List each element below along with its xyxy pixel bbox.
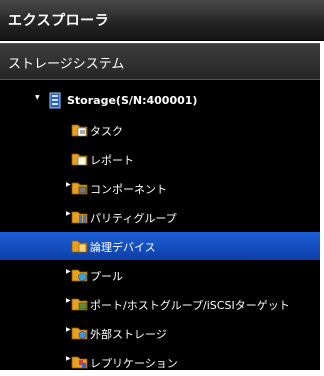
tree-node-label: レプリケーション (90, 357, 178, 370)
external-storage-folder-icon (71, 327, 88, 340)
tree-node-storage-root[interactable]: ▼ Storage(S/N:400001) (0, 87, 320, 115)
tree-node-pools[interactable]: ▶ プール (0, 261, 320, 289)
tree-node-label: パリティグループ (90, 212, 177, 225)
ports-folder-icon (71, 298, 88, 311)
tree-node-components[interactable]: ▶ コンポーネント (0, 174, 320, 202)
reports-folder-icon (71, 153, 88, 166)
tree-node-label: Storage(S/N:400001) (67, 94, 198, 107)
tree-node-logical-devices[interactable]: 論理デバイス (0, 232, 320, 260)
components-folder-icon (71, 182, 88, 195)
tree-node-external-storage[interactable]: ▶ 外部ストレージ (0, 319, 320, 347)
tree-node-label: 外部ストレージ (90, 328, 167, 341)
logical-devices-folder-icon (71, 240, 88, 253)
tree-node-label: タスク (90, 125, 123, 138)
section-header-label: ストレージシステム (8, 57, 125, 72)
parity-groups-folder-icon (71, 211, 88, 224)
tree-node-label: プール (90, 270, 123, 283)
pools-folder-icon (71, 269, 88, 282)
replication-folder-icon (71, 356, 88, 369)
expand-arrow-icon[interactable]: ▼ (35, 95, 41, 101)
tree-node-reports[interactable]: レポート (0, 145, 320, 173)
navigation-tree: ストレージシステム ▼ Storage(S/N:400001) タスク レポート… (0, 43, 324, 370)
section-header-storage-systems[interactable]: ストレージシステム (0, 43, 320, 80)
explorer-titlebar: エクスプローラ (0, 0, 324, 41)
storage-system-icon (49, 92, 61, 109)
tree-node-label: 論理デバイス (90, 241, 156, 254)
tree-node-parity-groups[interactable]: ▶ パリティグループ (0, 203, 320, 231)
tree-node-ports-host-groups[interactable]: ▶ ポート/ホストグループ/iSCSIターゲット (0, 290, 320, 318)
tasks-folder-icon (71, 124, 88, 137)
tree-node-replication[interactable]: ▶ レプリケーション (0, 348, 320, 376)
tree-node-label: レポート (90, 154, 134, 167)
tree-node-label: ポート/ホストグループ/iSCSIターゲット (90, 299, 290, 312)
explorer-title: エクスプローラ (8, 13, 110, 29)
tree-node-tasks[interactable]: タスク (0, 116, 320, 144)
tree-node-label: コンポーネント (90, 183, 167, 196)
explorer-panel: エクスプローラ ストレージシステム ▼ Storage(S/N:400001) (0, 0, 324, 370)
